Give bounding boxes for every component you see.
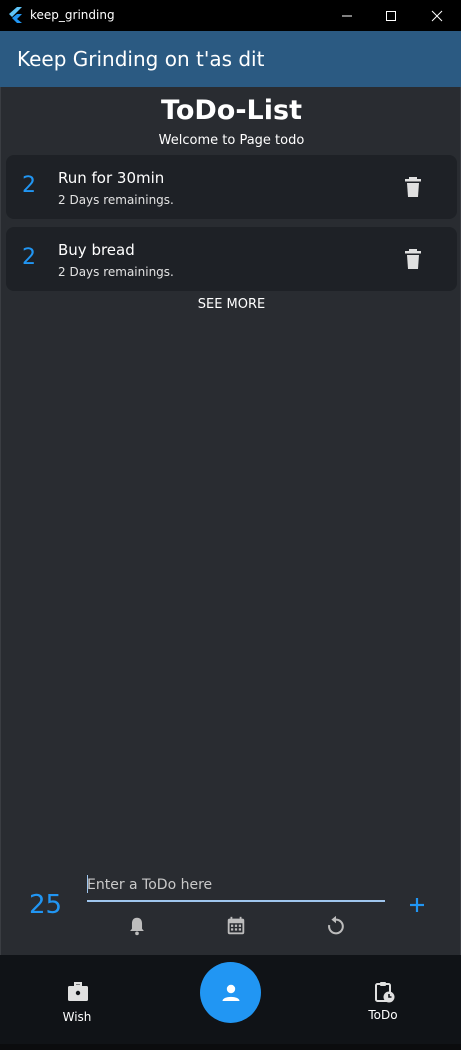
todo-title: Buy bread xyxy=(58,241,135,259)
nav-item-wish[interactable]: Wish xyxy=(27,955,127,1050)
text-caret xyxy=(87,875,88,893)
window-titlebar: keep_grinding xyxy=(0,0,461,31)
page-title: ToDo-List xyxy=(161,95,302,126)
clipboard-clock-icon xyxy=(375,982,395,1003)
nav-label-wish: Wish xyxy=(62,1010,92,1024)
nav-item-todo[interactable]: ToDo xyxy=(333,955,433,1050)
app-bar: Keep Grinding on t'as dit xyxy=(0,31,461,87)
trash-icon[interactable] xyxy=(404,249,422,269)
plus-icon[interactable] xyxy=(405,893,429,917)
bottom-navigation: Wish ToDo xyxy=(0,955,461,1050)
trash-icon[interactable] xyxy=(404,177,422,197)
todo-title: Run for 30min xyxy=(58,169,165,187)
todo-page: ToDo-List Welcome to Page todo 2 Run for… xyxy=(0,87,461,955)
todo-input[interactable] xyxy=(87,870,385,902)
todo-card[interactable]: 2 Buy bread 2 Days remainings. xyxy=(6,227,457,291)
bell-icon[interactable] xyxy=(126,915,148,937)
maximize-button[interactable] xyxy=(368,0,414,31)
todo-remaining: 2 Days remainings. xyxy=(58,193,174,207)
app-bar-title: Keep Grinding on t'as dit xyxy=(17,47,265,71)
profile-button[interactable] xyxy=(200,962,261,1023)
flutter-icon xyxy=(9,7,22,23)
see-more-button[interactable]: SEE MORE xyxy=(1,297,461,312)
person-icon xyxy=(222,984,239,1001)
maximize-icon xyxy=(386,10,396,21)
todo-remaining: 2 Days remainings. xyxy=(58,265,174,279)
briefcase-icon xyxy=(68,982,88,1001)
todo-total-count: 25 xyxy=(29,890,63,920)
page-subtitle: Welcome to Page todo xyxy=(158,133,305,148)
calendar-icon[interactable] xyxy=(225,915,247,937)
minimize-button[interactable] xyxy=(324,0,370,31)
new-todo-form: 25 xyxy=(1,867,461,955)
todo-count: 2 xyxy=(22,245,36,270)
repeat-icon[interactable] xyxy=(325,915,347,937)
window-title: keep_grinding xyxy=(30,8,115,22)
close-icon xyxy=(431,10,443,21)
close-button[interactable] xyxy=(414,0,460,31)
minimize-icon xyxy=(342,15,352,16)
todo-card[interactable]: 2 Run for 30min 2 Days remainings. xyxy=(6,155,457,219)
window-bottom-edge xyxy=(0,1044,461,1050)
todo-count: 2 xyxy=(22,173,36,198)
nav-label-todo: ToDo xyxy=(368,1008,398,1022)
